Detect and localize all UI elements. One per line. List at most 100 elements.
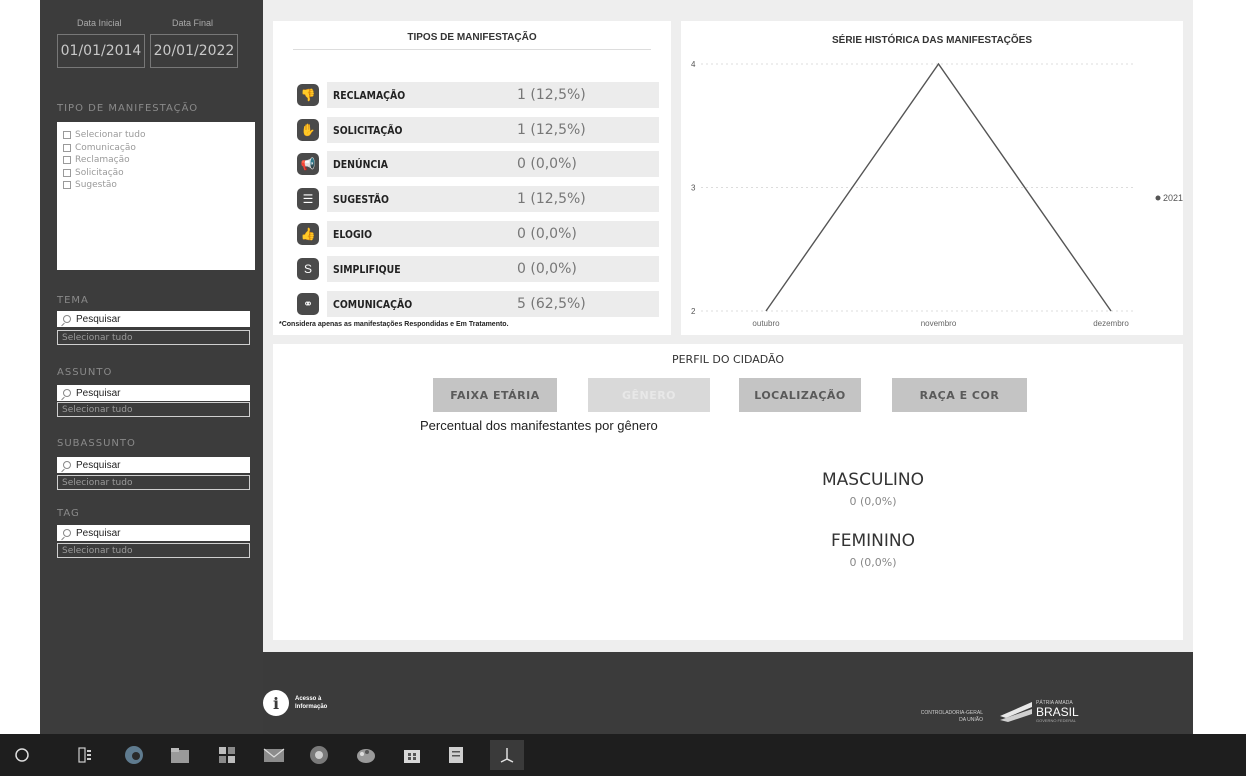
tipo-value: 1 (12,5%) (517, 191, 586, 207)
tipo-value: 5 (62,5%) (517, 296, 586, 312)
tag-search-input[interactable]: Pesquisar (57, 525, 250, 541)
tab-genero[interactable]: GÊNERO (588, 378, 710, 412)
info-icon: i (263, 690, 289, 716)
assunto-filter-title: ASSUNTO (57, 367, 113, 378)
date-labels: Data Inicial Data Final (57, 18, 237, 30)
tipo-option[interactable]: Sugestão (63, 179, 249, 192)
tipo-value: 0 (0,0%) (517, 226, 577, 242)
date-end-field[interactable]: 20/01/2022 (150, 34, 238, 68)
tipo-band: SOLICITAÇÃO 1 (12,5%) (327, 117, 659, 143)
divider (293, 49, 651, 50)
task-view-icon[interactable] (73, 743, 97, 767)
masculino-label: MASCULINO (822, 470, 924, 490)
tipo-row-elogio[interactable]: 👍 ELOGIO 0 (0,0%) (297, 220, 659, 248)
x-tick-label: novembro (921, 319, 957, 328)
tipo-band: COMUNICAÇÃO 5 (62,5%) (327, 291, 659, 317)
tab-raca-cor[interactable]: RAÇA E COR (892, 378, 1027, 412)
tipo-label: COMUNICAÇÃO (333, 297, 413, 311)
x-tick-label: dezembro (1093, 319, 1129, 328)
search-icon (63, 315, 71, 323)
cgu-logo-text: CONTROLADORIA-GERAL DA UNIÃO (920, 710, 983, 723)
mail-icon[interactable] (262, 743, 286, 767)
checkbox[interactable] (63, 181, 71, 190)
app-icon[interactable] (215, 743, 239, 767)
acrobat-icon[interactable] (490, 740, 524, 770)
svg-text:GOVERNO FEDERAL: GOVERNO FEDERAL (1036, 718, 1077, 723)
search-icon (63, 461, 71, 469)
tipo-label: ELOGIO (333, 227, 373, 241)
cortana-icon[interactable] (10, 743, 34, 767)
tipo-filter-title: TIPO DE MANIFESTAÇÃO (57, 103, 199, 114)
serie-chart: 2 3 4 outubro novembro dezembro 2021 (691, 60, 1183, 328)
tipo-band: SIMPLIFIQUE 0 (0,0%) (327, 256, 659, 282)
paint-icon[interactable] (354, 743, 378, 767)
assunto-search-input[interactable]: Pesquisar (57, 385, 250, 401)
windows-taskbar (0, 734, 1246, 776)
acesso-informacao-logo[interactable]: i Acesso à Informação (263, 690, 327, 716)
date-start-label: Data Inicial (77, 18, 122, 28)
tipos-title: TIPOS DE MANIFESTAÇÃO (407, 32, 537, 43)
search-icon (63, 389, 71, 397)
tipo-band: RECLAMAÇÃO 1 (12,5%) (327, 82, 659, 108)
tipo-row-solicitacao[interactable]: ✋ SOLICITAÇÃO 1 (12,5%) (297, 116, 659, 144)
edge-icon[interactable] (122, 743, 146, 767)
checkbox[interactable] (63, 156, 71, 165)
legend-marker (1155, 195, 1161, 201)
assunto-select-all[interactable]: Selecionar tudo (57, 402, 250, 417)
tipos-card: TIPOS DE MANIFESTAÇÃO 👎 RECLAMAÇÃO 1 (12… (273, 21, 671, 335)
tipo-row-reclamacao[interactable]: 👎 RECLAMAÇÃO 1 (12,5%) (297, 81, 659, 109)
search-icon (63, 529, 71, 537)
notepad-icon[interactable] (444, 743, 468, 767)
checkbox[interactable] (63, 131, 71, 140)
tipo-row-comunicacao[interactable]: ⚭ COMUNICAÇÃO 5 (62,5%) (297, 290, 659, 318)
svg-text:BRASIL: BRASIL (1036, 705, 1079, 719)
tipo-value: 1 (12,5%) (517, 122, 586, 138)
subassunto-search-input[interactable]: Pesquisar (57, 457, 250, 473)
dashboard-footer: i Acesso à Informação CONTROLADORIA-GERAL… (263, 652, 1193, 734)
subassunto-select-all[interactable]: Selecionar tudo (57, 475, 250, 490)
chrome-icon[interactable] (307, 743, 331, 767)
tab-faixa-etaria[interactable]: FAIXA ETÁRIA (433, 378, 557, 412)
acesso-informacao-text: Acesso à Informação (295, 696, 328, 710)
tipo-checklist: Selecionar tudo Comunicação Reclamação S… (57, 122, 255, 270)
tipo-value: 0 (0,0%) (517, 156, 577, 172)
feminino-value: 0 (0,0%) (849, 556, 897, 569)
tipo-value: 1 (12,5%) (517, 87, 586, 103)
tipo-label: SUGESTÃO (333, 192, 389, 206)
thumbs-down-icon: 👎 (297, 84, 319, 106)
tipo-value: 0 (0,0%) (517, 261, 577, 277)
serie-card: SÉRIE HISTÓRICA DAS MANIFESTAÇÕES 2 3 4 out… (681, 21, 1183, 335)
file-explorer-icon[interactable] (168, 743, 192, 767)
tipo-band: ELOGIO 0 (0,0%) (327, 221, 659, 247)
thumbs-up-icon: 👍 (297, 223, 319, 245)
perfil-title: PERFIL DO CIDADÃO (671, 353, 785, 366)
tipo-option[interactable]: Comunicação (63, 142, 249, 155)
tema-select-all[interactable]: Selecionar tudo (57, 330, 250, 345)
tab-localizacao[interactable]: LOCALIZAÇÃO (739, 378, 861, 412)
tipo-row-denuncia[interactable]: 📢 DENÚNCIA 0 (0,0%) (297, 150, 659, 178)
perfil-subtitle: Percentual dos manifestantes por gênero (420, 418, 658, 433)
subassunto-filter-title: SUBASSUNTO (57, 438, 136, 449)
tag-select-all[interactable]: Selecionar tudo (57, 543, 250, 558)
tipo-option[interactable]: Reclamação (63, 154, 249, 167)
tipo-label: RECLAMAÇÃO (333, 88, 406, 102)
app-root: Data Inicial Data Final 01/01/2014 20/01… (0, 0, 1246, 776)
tema-search-input[interactable]: Pesquisar (57, 311, 250, 327)
checkbox[interactable] (63, 168, 71, 177)
tipo-option[interactable]: Solicitação (63, 167, 249, 180)
x-tick-label: outubro (752, 319, 780, 328)
tipo-band: SUGESTÃO 1 (12,5%) (327, 186, 659, 212)
date-start-field[interactable]: 01/01/2014 (57, 34, 145, 68)
megaphone-icon: 📢 (297, 153, 319, 175)
comunicacao-icon: ⚭ (297, 293, 319, 315)
tema-filter-title: TEMA (57, 295, 89, 306)
tipo-option[interactable]: Selecionar tudo (63, 129, 249, 142)
date-end-label: Data Final (172, 18, 214, 28)
tipo-row-simplifique[interactable]: S SIMPLIFIQUE 0 (0,0%) (297, 255, 659, 283)
masculino-value: 0 (0,0%) (849, 495, 897, 508)
checkbox[interactable] (63, 143, 71, 152)
store-icon[interactable] (400, 743, 424, 767)
note-icon: ☰ (297, 188, 319, 210)
y-tick-label: 3 (691, 184, 696, 193)
tipo-row-sugestao[interactable]: ☰ SUGESTÃO 1 (12,5%) (297, 185, 659, 213)
